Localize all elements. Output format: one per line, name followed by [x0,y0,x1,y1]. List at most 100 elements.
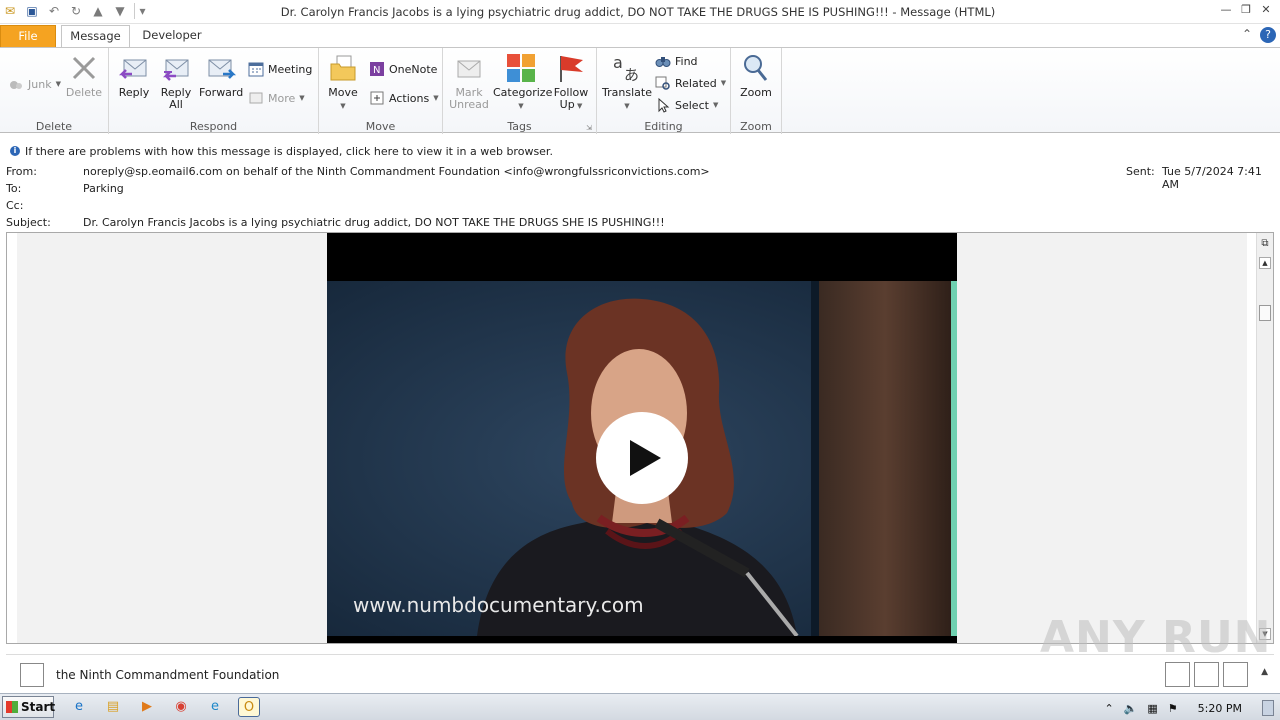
svg-text:N: N [373,65,380,76]
delete-group: Junk ▼ Delete Delete [0,48,109,134]
close-icon[interactable]: ✕ [1258,2,1274,18]
contact-avatar-icon[interactable] [1194,662,1219,687]
taskbar: Start e ▤ ▶ ◉ e O ⌃ 🔈 ▦ ⚑ 5:20 PM [0,693,1280,720]
tab-file[interactable]: File [0,25,56,48]
find-binoculars-icon [655,57,671,67]
cc-row: Cc: [0,199,1280,213]
zoom-group-label: Zoom [740,120,772,133]
to-label: To: [6,182,22,195]
to-value[interactable]: Parking [83,182,124,195]
onenote-button[interactable]: N OneNote [369,60,437,78]
respond-group: Reply Reply All Forward Meeting More ▼ Re… [109,48,319,134]
reply-all-icon [162,59,189,81]
contact-avatar-icon[interactable] [1165,662,1190,687]
edge-icon[interactable]: e [204,697,226,717]
system-tray: ⌃ 🔈 ▦ ⚑ 5:20 PM [1104,700,1274,716]
categorize-button[interactable]: Categorize ▼ [493,52,552,112]
reply-button[interactable]: Reply [115,52,153,99]
media-player-icon[interactable]: ▶ [136,697,158,717]
zoom-button[interactable]: Zoom [735,52,777,99]
sender-avatar-icon[interactable] [20,663,44,687]
mark-unread-envelope-icon [457,60,481,78]
related-button[interactable]: Related ▼ [655,74,726,92]
video-caption: www.numbdocumentary.com [353,593,644,617]
file-explorer-icon[interactable]: ▤ [102,697,124,717]
info-bar[interactable]: i If there are problems with how this me… [0,143,1280,161]
find-button[interactable]: Find [655,52,698,70]
minimize-ribbon-icon[interactable]: ⌃ [1242,27,1252,43]
meeting-calendar-icon [248,62,264,77]
network-icon[interactable]: ▦ [1147,702,1157,715]
tab-developer[interactable]: Developer [136,25,208,48]
sent-label: Sent: [1126,165,1155,178]
scroll-up-icon[interactable]: ▲ [1259,257,1271,269]
follow-up-button[interactable]: Follow Up ▼ [551,52,591,112]
title-bar: ✉ ▣ ↶ ↻ ▲ ▼ ▾ Dr. Carolyn Francis Jacobs… [0,0,1280,24]
editing-group-label: Editing [644,120,683,133]
minimize-icon[interactable]: — [1218,2,1234,18]
actions-button[interactable]: Actions ▼ [369,89,439,107]
delete-x-icon [72,56,96,80]
tags-group-label: Tags [507,120,532,133]
translate-icon: aあ [613,53,639,84]
junk-icon [10,81,22,89]
scroll-thumb[interactable] [1259,305,1271,321]
translate-button[interactable]: aあ Translate ▼ [601,52,653,112]
chrome-icon[interactable]: ◉ [170,697,192,717]
tab-message[interactable]: Message [61,25,130,48]
outlook-taskbar-icon[interactable]: O [238,697,260,717]
help-icon[interactable]: ? [1260,27,1276,43]
tags-group: Mark Unread Categorize ▼ Follow Up ▼ ⇲ Ta… [443,48,597,134]
forward-button[interactable]: Forward [199,52,243,99]
body-options-icon[interactable]: ⧉ [1259,239,1271,251]
window-title: Dr. Carolyn Francis Jacobs is a lying ps… [280,5,996,19]
message-body[interactable]: www.numbdocumentary.com ⧉ ▲ ▼ [6,232,1274,644]
reply-icon [118,59,147,79]
svg-text:a: a [613,53,623,72]
info-bar-text[interactable]: If there are problems with how this mess… [25,145,553,158]
more-respond-icon [249,92,263,104]
mark-unread-button[interactable]: Mark Unread [447,52,491,111]
move-folder-icon [330,55,356,81]
restore-icon[interactable]: ❐ [1238,2,1254,18]
actions-icon [370,91,384,105]
meeting-button[interactable]: Meeting [248,60,312,78]
junk-button[interactable]: Junk ▼ [8,75,61,93]
show-hidden-icons-icon[interactable]: ⌃ [1104,702,1113,715]
volume-icon[interactable]: 🔈 [1124,702,1138,715]
forward-icon [208,59,237,79]
select-cursor-icon [658,97,670,113]
subject-row: Subject: Dr. Carolyn Francis Jacobs is a… [0,216,1280,230]
video-thumbnail[interactable]: www.numbdocumentary.com [327,233,957,643]
expand-people-pane-icon[interactable]: ▲ [1261,667,1268,677]
onenote-icon: N [370,62,384,76]
people-pane-name[interactable]: the Ninth Commandment Foundation [56,668,279,682]
move-button[interactable]: Move ▼ [325,52,361,112]
vertical-scrollbar[interactable]: ⧉ ▲ ▼ [1256,233,1273,643]
subject-label: Subject: [6,216,51,229]
show-desktop-icon[interactable] [1262,700,1274,716]
start-button[interactable]: Start [2,696,55,718]
reply-all-button[interactable]: Reply All [157,52,195,111]
select-button[interactable]: Select ▼ [655,96,718,114]
categorize-icon [507,54,535,82]
svg-text:あ: あ [624,66,639,84]
ribbon: Junk ▼ Delete Delete Reply Reply All Forw… [0,47,1280,134]
action-center-flag-icon[interactable]: ⚑ [1168,702,1178,715]
anyrun-watermark: ANY RUN [1040,612,1272,663]
clock[interactable]: 5:20 PM [1198,702,1242,715]
contact-avatar-icon[interactable] [1223,662,1248,687]
related-icon [655,76,670,90]
from-row: From: noreply@sp.eomail6.com on behalf o… [0,165,1280,191]
from-value[interactable]: noreply@sp.eomail6.com on behalf of the … [83,165,710,178]
internet-explorer-icon[interactable]: e [68,697,90,717]
more-button[interactable]: More ▼ [248,89,305,107]
zoom-group: Zoom Zoom [731,48,782,134]
respond-group-label: Respond [189,120,238,133]
delete-button[interactable]: Delete [64,52,104,99]
zoom-magnifier-icon [744,55,768,81]
move-group: Move ▼ N OneNote Actions ▼ Move [319,48,443,134]
ribbon-tabs: File Message Developer ⌃ ? [0,24,1280,48]
move-group-label: Move [365,120,396,133]
from-label: From: [6,165,37,178]
